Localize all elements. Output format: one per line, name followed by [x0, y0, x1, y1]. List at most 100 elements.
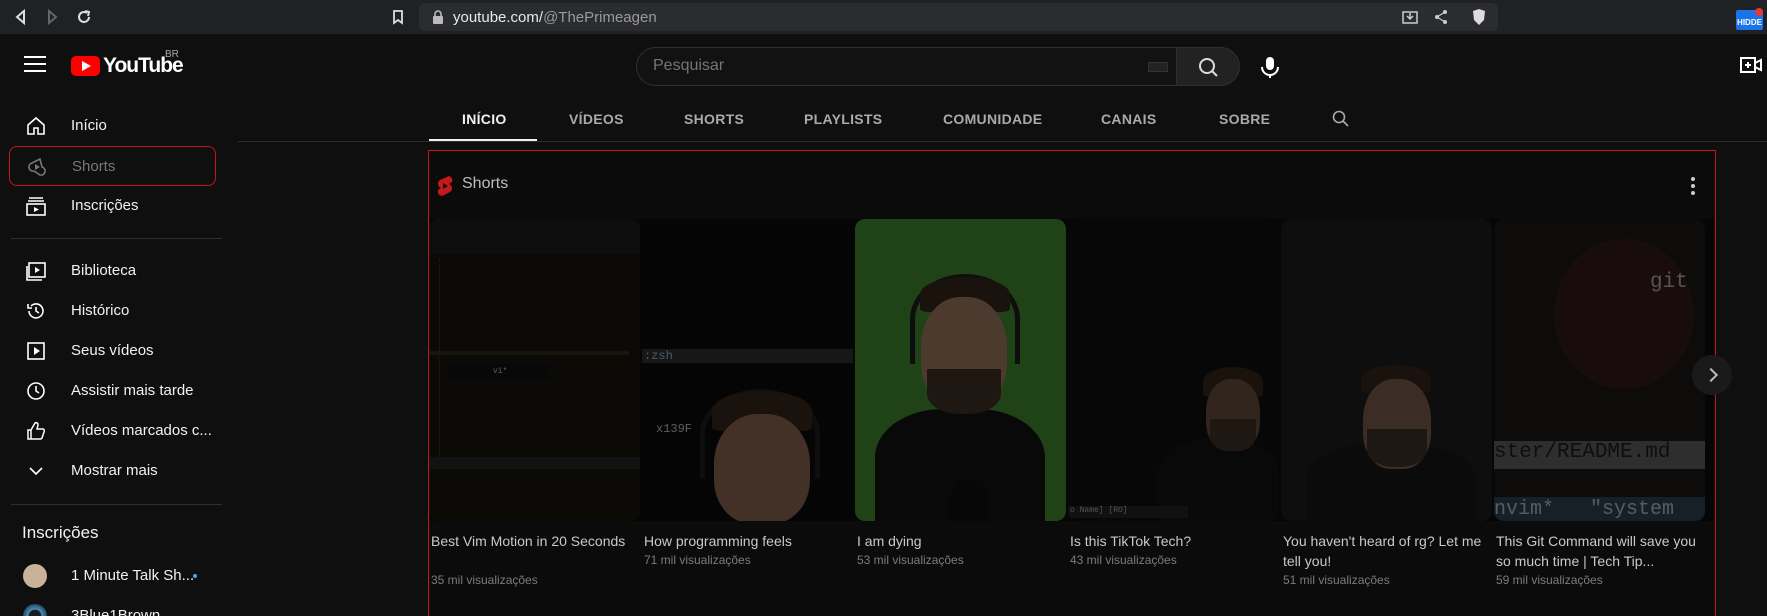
tab-playlists[interactable]: PLAYLISTS — [804, 111, 882, 127]
subscription-label: 1 Minute Talk Sh... — [71, 567, 195, 584]
buffer-name-text: o Name] [RO] — [1070, 506, 1128, 515]
sidebar-item-shorts[interactable]: Shorts — [9, 146, 216, 186]
thumbnail-text-git: git — [1650, 271, 1688, 294]
short-views: 43 mil visualizações — [1070, 553, 1177, 567]
history-icon — [27, 303, 44, 319]
tab-community[interactable]: COMUNIDADE — [943, 111, 1042, 127]
search-input[interactable] — [653, 57, 1053, 75]
short-card[interactable]: :zsh x139F How programming feels 71 mil … — [642, 219, 853, 567]
terminal-bar — [642, 349, 853, 363]
sidebar-item-show-more[interactable]: Mostrar mais — [9, 451, 216, 491]
next-arrow-button[interactable] — [1692, 355, 1732, 395]
short-title[interactable]: Is this TikTok Tech? — [1070, 531, 1270, 551]
sidebar-item-label: Shorts — [72, 158, 116, 175]
beard — [927, 369, 1001, 414]
library-icon — [26, 262, 46, 281]
status-line — [429, 457, 640, 469]
short-card[interactable]: You haven't heard of rg? Let me tell you… — [1281, 219, 1492, 587]
sidebar-item-liked-videos[interactable]: Vídeos marcados c... — [9, 411, 216, 451]
reload-icon[interactable] — [73, 6, 95, 28]
tab-about[interactable]: SOBRE — [1219, 111, 1270, 127]
sidebar-item-your-videos[interactable]: Seus vídeos — [9, 331, 216, 371]
tab-home[interactable]: INÍCIO — [462, 111, 507, 127]
search-icon — [1199, 58, 1218, 77]
vim-command-text: vi* — [493, 367, 508, 376]
sidebar-item-watch-later[interactable]: Assistir mais tarde — [9, 371, 216, 411]
thumbnail-text-readme: ster/README.md — [1494, 441, 1671, 464]
tab-shorts[interactable]: SHORTS — [684, 111, 744, 127]
anime-art — [1554, 239, 1694, 389]
short-title[interactable]: This Git Command will save you so much t… — [1496, 531, 1696, 571]
sidebar-item-label: Mostrar mais — [71, 462, 158, 479]
short-card[interactable]: git ster/README.md nvim* "system This Gi… — [1494, 219, 1705, 587]
short-title[interactable]: How programming feels — [644, 531, 844, 551]
menu-icon[interactable] — [24, 56, 46, 74]
sidebar-item-label: Início — [71, 117, 107, 134]
short-views: 51 mil visualizações — [1283, 573, 1390, 587]
sidebar-item-label: Seus vídeos — [71, 342, 154, 359]
short-title[interactable]: I am dying — [857, 531, 1057, 551]
short-views: 53 mil visualizações — [857, 553, 964, 567]
chevron-down-icon — [29, 467, 43, 476]
short-card[interactable]: o Name] [RO] Is this TikTok Tech? 43 mil… — [1068, 219, 1279, 567]
short-thumbnail[interactable] — [855, 219, 1066, 521]
sidebar-item-library[interactable]: Biblioteca — [9, 251, 216, 291]
short-thumbnail[interactable]: :zsh x139F — [642, 219, 853, 521]
subscription-item[interactable]: 1 Minute Talk Sh... — [9, 556, 216, 596]
tab-channels[interactable]: CANAIS — [1101, 111, 1156, 127]
forward-icon[interactable] — [41, 6, 63, 28]
more-options-icon[interactable] — [1691, 177, 1697, 195]
browser-toolbar: youtube.com/@ThePrimeagen HIDDE — [0, 0, 1767, 34]
short-thumbnail[interactable] — [1281, 219, 1492, 521]
sidebar-divider — [11, 504, 222, 505]
subscription-label: 3Blue1Brown — [71, 607, 161, 616]
tab-videos[interactable]: VÍDEOS — [569, 111, 624, 127]
short-views: 71 mil visualizações — [644, 553, 751, 567]
sidebar-item-label: Assistir mais tarde — [71, 382, 194, 399]
video-camera-add-icon — [1740, 57, 1762, 73]
short-card[interactable]: I am dying 53 mil visualizações — [855, 219, 1066, 567]
subscriptions-heading: Inscrições — [22, 523, 99, 542]
share-icon[interactable] — [1432, 8, 1450, 26]
short-thumbnail[interactable]: git ster/README.md nvim* "system — [1494, 219, 1705, 521]
thumbnail-top-bar — [429, 219, 640, 254]
beard — [1210, 419, 1256, 451]
sidebar-divider — [11, 238, 222, 239]
avatar — [23, 604, 47, 616]
face — [714, 414, 810, 521]
avatar — [23, 564, 47, 588]
create-video-button[interactable] — [1740, 56, 1762, 74]
bookmark-icon[interactable] — [387, 6, 409, 28]
extension-badge[interactable]: HIDDE — [1736, 8, 1763, 30]
address-bar[interactable]: youtube.com/@ThePrimeagen — [419, 3, 1498, 31]
url-text: youtube.com/@ThePrimeagen — [453, 9, 657, 26]
short-title[interactable]: You haven't heard of rg? Let me tell you… — [1283, 531, 1483, 571]
short-thumbnail[interactable]: o Name] [RO] — [1068, 219, 1279, 521]
shorts-icon — [28, 157, 46, 176]
tabs-divider — [238, 141, 1767, 142]
voice-search-button[interactable] — [1250, 47, 1290, 87]
code-line — [429, 351, 629, 355]
subscriptions-icon — [26, 197, 46, 216]
microphone-icon — [1261, 57, 1279, 78]
sidebar-item-home[interactable]: Início — [9, 106, 216, 146]
sidebar-item-label: Histórico — [71, 302, 130, 319]
short-card[interactable]: vi* Best Vim Motion in 20 Seconds 35 mil… — [429, 219, 640, 587]
shelf-title: Shorts — [462, 175, 509, 192]
back-icon[interactable] — [10, 6, 32, 28]
keyboard-icon[interactable] — [1148, 62, 1168, 72]
lock-icon — [433, 10, 443, 24]
sidebar-item-history[interactable]: Histórico — [9, 291, 216, 331]
line-number-gutter — [439, 259, 442, 459]
search-box[interactable] — [636, 47, 1177, 86]
short-title[interactable]: Best Vim Motion in 20 Seconds — [431, 531, 631, 551]
shorts-logo-icon — [437, 176, 453, 196]
short-thumbnail[interactable]: vi* — [429, 219, 640, 521]
install-app-icon[interactable] — [1401, 8, 1419, 26]
brave-shield-icon[interactable] — [1470, 8, 1488, 26]
sidebar-item-subscriptions[interactable]: Inscrições — [9, 186, 216, 226]
channel-search-icon[interactable] — [1332, 110, 1350, 128]
subscription-item[interactable]: 3Blue1Brown — [9, 596, 216, 616]
shorts-shelf: Shorts vi* Best Vim Motion in 20 Seconds… — [428, 150, 1732, 616]
search-button[interactable] — [1176, 47, 1240, 86]
